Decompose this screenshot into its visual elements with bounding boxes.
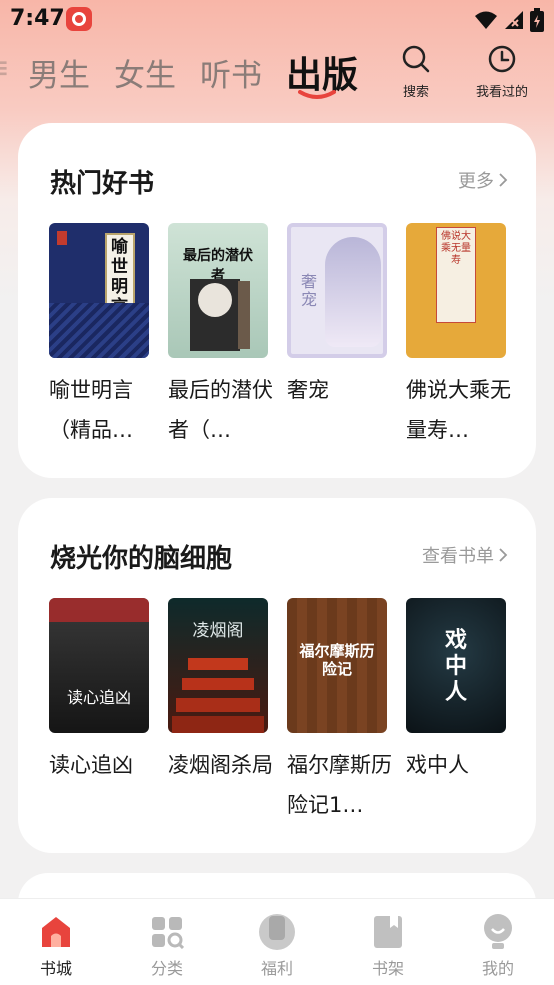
section-title: 烧光你的脑细胞	[50, 544, 233, 574]
battery-icon	[530, 8, 544, 32]
book-title: 最后的潜伏者（…	[168, 378, 273, 442]
nav-label: 福利	[260, 959, 293, 978]
wifi-icon	[475, 11, 497, 29]
book-title: 戏中人	[406, 753, 469, 777]
book-title: 喻世明言（精品…	[49, 378, 133, 442]
book-title: 读心追凶	[49, 753, 133, 777]
book-cover: 读心追凶	[49, 598, 149, 733]
tab-female[interactable]: 女生	[114, 50, 176, 95]
welfare-icon	[259, 914, 295, 950]
chevron-right-icon	[499, 548, 508, 562]
view-booklist-link[interactable]: 查看书单	[422, 542, 508, 568]
book-cover: 福尔摩斯历险记	[287, 598, 387, 733]
bottom-nav: 书城 分类 福利 书架 我的	[0, 898, 554, 985]
book-item[interactable]: 读心追凶 读心追凶	[49, 598, 149, 785]
nav-label: 我的	[481, 959, 514, 978]
book-item[interactable]: 佛说大乘无量寿 佛说大乘无量寿…	[406, 223, 511, 450]
book-title: 凌烟阁杀局	[168, 753, 273, 777]
book-item[interactable]: 喻世明言 喻世明言（精品…	[49, 223, 149, 450]
tab-audiobook[interactable]: 听书	[200, 50, 262, 95]
nav-label: 分类	[150, 959, 183, 978]
nav-bookshelf[interactable]: 书架	[348, 913, 428, 979]
chevron-right-icon	[499, 173, 508, 187]
book-cover: 喻世明言	[49, 223, 149, 358]
book-item[interactable]: 戏中人 戏中人	[406, 598, 506, 785]
app-notification-icon	[66, 7, 92, 31]
nav-category[interactable]: 分类	[127, 913, 207, 979]
active-tab-indicator	[298, 90, 336, 99]
book-cover: 佛说大乘无量寿	[406, 223, 506, 358]
history-label: 我看过的	[475, 85, 528, 100]
profile-icon	[484, 914, 512, 949]
book-cover: 奢宠	[287, 223, 387, 358]
nav-label: 书架	[371, 959, 404, 978]
search-label: 搜索	[402, 85, 429, 100]
more-label: 查看书单	[422, 546, 494, 567]
tab-male[interactable]: 男生	[28, 50, 90, 95]
tab-partial-left: ≡	[0, 50, 10, 86]
status-bar: 7:47	[0, 0, 554, 38]
section-hot-books: 热门好书 更多 喻世明言 喻世明言（精品… 最后的潜伏者 最后的潜伏者（…	[18, 123, 536, 478]
book-item[interactable]: 福尔摩斯历险记 福尔摩斯历险记1…	[287, 598, 392, 825]
signal-icon	[505, 11, 523, 29]
book-title: 佛说大乘无量寿…	[406, 378, 511, 442]
book-item[interactable]: 最后的潜伏者 最后的潜伏者（…	[168, 223, 273, 450]
nav-profile[interactable]: 我的	[458, 913, 538, 979]
section-title: 热门好书	[50, 169, 155, 199]
book-item[interactable]: 奢宠 奢宠	[287, 223, 387, 410]
history-button[interactable]: 我看过的	[470, 44, 534, 100]
book-item[interactable]: 凌烟阁 凌烟阁杀局	[168, 598, 273, 785]
bookshelf-icon	[374, 916, 402, 948]
section-brain-books: 烧光你的脑细胞 查看书单 读心追凶 读心追凶 凌烟阁 凌烟阁杀局 福尔摩斯历险记…	[18, 498, 536, 853]
bookstore-icon	[42, 917, 70, 947]
category-icon	[152, 917, 184, 949]
book-cover: 最后的潜伏者	[168, 223, 268, 358]
search-icon	[402, 45, 430, 73]
status-time: 7:47	[10, 6, 65, 31]
book-title: 奢宠	[287, 378, 329, 402]
book-title: 福尔摩斯历险记1…	[287, 753, 392, 817]
nav-label: 书城	[39, 959, 72, 978]
book-cover: 戏中人	[406, 598, 506, 733]
more-link[interactable]: 更多	[458, 167, 508, 193]
book-list: 喻世明言 喻世明言（精品… 最后的潜伏者 最后的潜伏者（… 奢宠 奢宠	[49, 223, 511, 453]
book-list: 读心追凶 读心追凶 凌烟阁 凌烟阁杀局 福尔摩斯历险记 福尔摩斯历险记1… 戏中…	[49, 598, 509, 828]
nav-welfare[interactable]: 福利	[237, 913, 317, 979]
book-cover: 凌烟阁	[168, 598, 268, 733]
clock-icon	[488, 45, 516, 73]
status-icons	[474, 8, 544, 32]
nav-bookstore[interactable]: 书城	[16, 913, 96, 979]
search-button[interactable]: 搜索	[396, 44, 436, 100]
more-label: 更多	[458, 171, 494, 192]
